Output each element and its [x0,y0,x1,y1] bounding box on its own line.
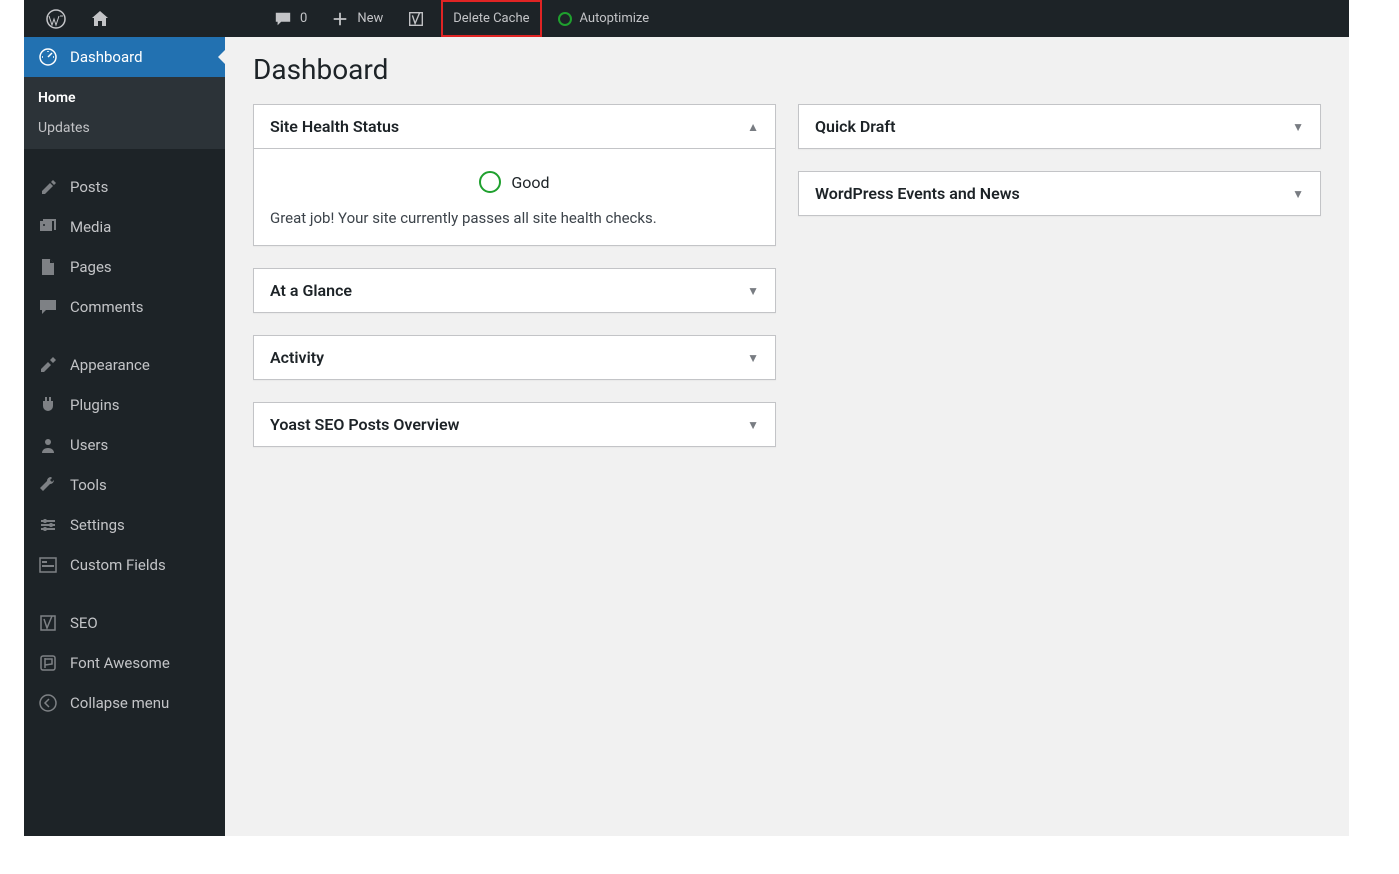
page-title: Dashboard [253,53,1321,86]
pages-icon [38,257,58,277]
delete-cache-label: Delete Cache [453,11,529,26]
postbox-at-a-glance: At a Glance ▼ [253,268,776,313]
postbox-activity: Activity ▼ [253,335,776,380]
home-icon [90,9,110,29]
new-label: New [357,11,383,26]
sidebar-label: Font Awesome [70,654,170,672]
health-status-label: Good [511,173,549,192]
chevron-down-icon: ▼ [747,351,759,365]
postbox-header[interactable]: Activity ▼ [254,336,775,379]
sidebar-item-comments[interactable]: Comments [24,287,225,327]
sidebar-label: Comments [70,298,144,316]
postbox-title: WordPress Events and News [815,184,1020,203]
autoptimize-status-icon [558,12,572,26]
sidebar-item-pages[interactable]: Pages [24,247,225,287]
delete-cache-button[interactable]: Delete Cache [441,0,541,37]
dashboard-columns: Site Health Status ▲ Good Great job! You… [253,104,1321,447]
sidebar-item-custom-fields[interactable]: Custom Fields [24,545,225,585]
sidebar-label: Settings [70,516,125,534]
wp-admin: 0 New Delete Cache Autoptimize [24,0,1349,836]
postbox-yoast-overview: Yoast SEO Posts Overview ▼ [253,402,776,447]
new-content-menu[interactable]: New [319,0,395,37]
sidebar-label: Tools [70,476,107,494]
dashboard-right-column: Quick Draft ▼ WordPress Events and News … [798,104,1321,447]
postbox-body: Good Great job! Your site currently pass… [254,148,775,245]
sidebar-label: Plugins [70,396,119,414]
autoptimize-label: Autoptimize [580,11,650,26]
postbox-header[interactable]: Yoast SEO Posts Overview ▼ [254,403,775,446]
sidebar-item-seo[interactable]: SEO [24,603,225,643]
sidebar-label: Pages [70,258,112,276]
sidebar-item-posts[interactable]: Posts [24,167,225,207]
settings-icon [38,515,58,535]
postbox-title: Quick Draft [815,117,895,136]
postbox-events-news: WordPress Events and News ▼ [798,171,1321,216]
sidebar-label: Collapse menu [70,694,169,712]
seo-icon [38,613,58,633]
sidebar-item-media[interactable]: Media [24,207,225,247]
chevron-down-icon: ▼ [1292,120,1304,134]
postbox-title: Site Health Status [270,117,399,136]
yoast-menu[interactable] [395,0,437,37]
postbox-title: Yoast SEO Posts Overview [270,415,459,434]
comment-icon [274,10,292,28]
postbox-quick-draft: Quick Draft ▼ [798,104,1321,149]
comments-link[interactable]: 0 [262,0,319,37]
health-good-icon [479,171,501,193]
main-content: Dashboard Site Health Status ▲ Good [225,37,1349,836]
sidebar-label: Media [70,218,111,236]
sidebar-item-settings[interactable]: Settings [24,505,225,545]
font-awesome-icon [38,653,58,673]
site-home-link[interactable] [78,0,122,37]
wordpress-logo-menu[interactable] [34,0,78,37]
postbox-title: At a Glance [270,281,352,300]
sidebar-collapse-menu[interactable]: Collapse menu [24,683,225,723]
chevron-down-icon: ▼ [747,418,759,432]
comments-count: 0 [300,11,307,26]
appearance-icon [38,355,58,375]
sidebar-item-font-awesome[interactable]: Font Awesome [24,643,225,683]
postbox-header[interactable]: At a Glance ▼ [254,269,775,312]
sidebar-label: Dashboard [70,48,143,66]
plus-icon [331,10,349,28]
postbox-header[interactable]: Quick Draft ▼ [799,105,1320,148]
media-icon [38,217,58,237]
sidebar-label: Custom Fields [70,556,166,574]
postbox-header[interactable]: WordPress Events and News ▼ [799,172,1320,215]
sidebar-item-users[interactable]: Users [24,425,225,465]
sidebar-item-tools[interactable]: Tools [24,465,225,505]
tools-icon [38,475,58,495]
chevron-down-icon: ▼ [747,284,759,298]
health-message: Great job! Your site currently passes al… [270,209,759,227]
submenu-item-updates[interactable]: Updates [24,113,225,143]
sidebar-label: Posts [70,178,108,196]
sidebar-label: SEO [70,614,98,632]
wordpress-logo-icon [46,9,66,29]
site-health-status: Good [270,163,759,209]
sidebar-item-appearance[interactable]: Appearance [24,345,225,385]
sidebar-item-dashboard[interactable]: Dashboard [24,37,225,77]
dashboard-submenu: Home Updates [24,77,225,149]
plugins-icon [38,395,58,415]
sidebar-item-plugins[interactable]: Plugins [24,385,225,425]
postbox-title: Activity [270,348,324,367]
dashboard-icon [38,47,58,67]
sidebar-label: Users [70,436,108,454]
submenu-item-home[interactable]: Home [24,83,225,113]
admin-sidebar: Dashboard Home Updates Posts Media [24,37,225,836]
chevron-down-icon: ▼ [1292,187,1304,201]
admin-toolbar: 0 New Delete Cache Autoptimize [24,0,1349,37]
postbox-header[interactable]: Site Health Status ▲ [254,105,775,148]
collapse-icon [38,693,58,713]
custom-fields-icon [38,555,58,575]
posts-icon [38,177,58,197]
users-icon [38,435,58,455]
comments-icon [38,297,58,317]
chevron-up-icon: ▲ [747,120,759,134]
yoast-icon [407,10,425,28]
autoptimize-menu[interactable]: Autoptimize [546,0,662,37]
dashboard-left-column: Site Health Status ▲ Good Great job! You… [253,104,776,447]
postbox-site-health: Site Health Status ▲ Good Great job! You… [253,104,776,246]
sidebar-label: Appearance [70,356,150,374]
